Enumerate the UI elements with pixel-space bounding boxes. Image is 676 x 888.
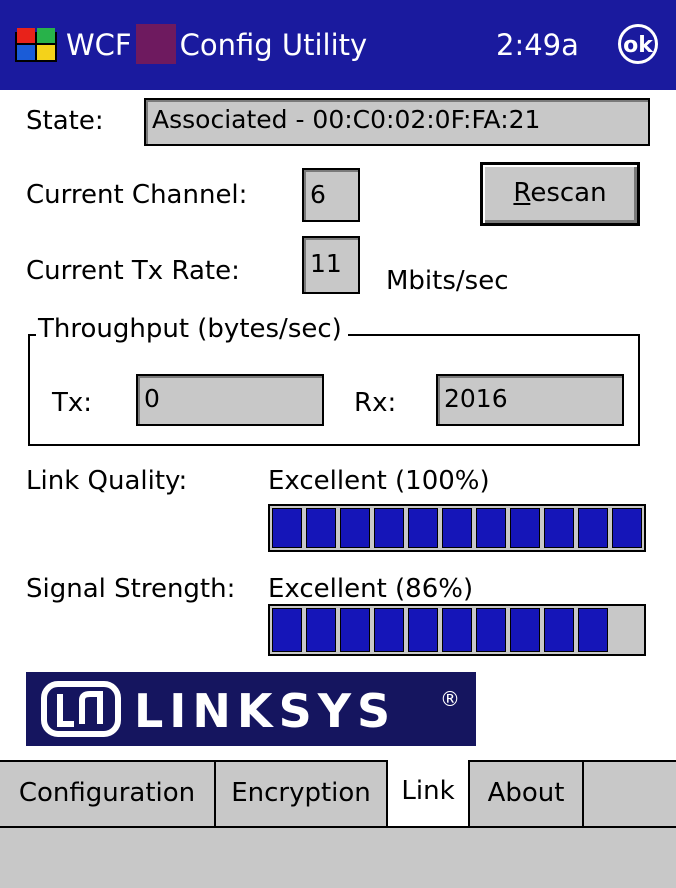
link-quality-text: Excellent (100%) [268, 466, 490, 496]
current-tx-rate-label: Current Tx Rate: [26, 256, 240, 286]
current-tx-rate-field: 11 [302, 236, 360, 294]
redacted-block [135, 24, 176, 64]
signal-strength-bar [268, 604, 646, 656]
meter-segment [340, 608, 370, 652]
meter-segment [544, 508, 574, 548]
linksys-wordmark: LINKSYS [134, 684, 396, 738]
app-title-prefix: WCF [66, 28, 132, 62]
meter-segment [306, 608, 336, 652]
meter-segment [612, 508, 642, 548]
meter-segment [442, 508, 472, 548]
rescan-button[interactable]: Rescan [480, 162, 640, 226]
meter-segment [544, 608, 574, 652]
meter-segment [578, 508, 608, 548]
meter-segment [476, 608, 506, 652]
link-quality-bar [268, 504, 646, 552]
meter-segment [442, 608, 472, 652]
linksys-logo-mark: LINKSYS ® [41, 681, 460, 738]
current-channel-field: 6 [302, 168, 360, 222]
tx-rate-unit: Mbits/sec [386, 266, 509, 296]
meter-segment [272, 608, 302, 652]
meter-segment [374, 508, 404, 548]
meter-segment [408, 508, 438, 548]
current-channel-label: Current Channel: [26, 180, 248, 210]
tx-field: 0 [136, 374, 324, 426]
rx-field: 2016 [436, 374, 624, 426]
tab-about[interactable]: About [470, 760, 584, 826]
command-bar [0, 826, 676, 888]
meter-segment [476, 508, 506, 548]
tab-link[interactable]: Link [388, 760, 470, 826]
signal-strength-label: Signal Strength: [26, 574, 236, 604]
rescan-accel-letter: R [513, 178, 531, 208]
meter-segment [510, 608, 540, 652]
tab-configuration[interactable]: Configuration [0, 760, 216, 826]
app-title: WCF Config Utility [66, 18, 367, 72]
rescan-label: escan [530, 178, 607, 208]
tx-label: Tx: [52, 388, 93, 418]
link-quality-label: Link Quality: [26, 466, 188, 496]
signal-strength-text: Excellent (86%) [268, 574, 474, 604]
app-title-suffix: Config Utility [179, 28, 368, 62]
state-label: State: [26, 106, 104, 136]
meter-segment [340, 508, 370, 548]
windows-start-icon[interactable] [14, 26, 58, 64]
meter-segment [510, 508, 540, 548]
clock[interactable]: 2:49a [496, 18, 579, 72]
meter-segment [578, 608, 608, 652]
tab-encryption[interactable]: Encryption [216, 760, 388, 826]
meter-segment [408, 608, 438, 652]
registered-mark: ® [440, 687, 460, 711]
meter-segment [306, 508, 336, 548]
linksys-logo: LINKSYS ® [26, 672, 476, 746]
meter-segment [374, 608, 404, 652]
rx-label: Rx: [354, 388, 397, 418]
ok-button[interactable]: ok [618, 24, 658, 64]
state-field: Associated - 00:C0:02:0F:FA:21 [144, 98, 650, 146]
throughput-title: Throughput (bytes/sec) [36, 314, 348, 344]
meter-segment [272, 508, 302, 548]
